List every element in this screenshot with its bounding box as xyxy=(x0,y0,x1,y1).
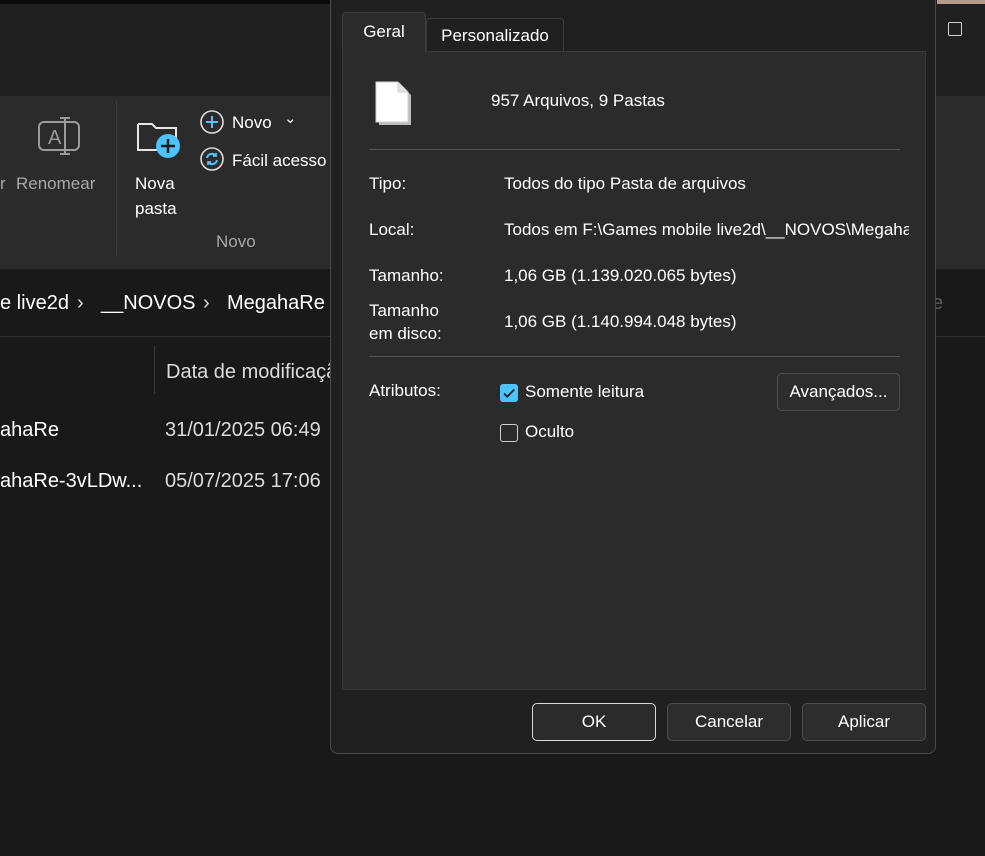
type-value: Todos do tipo Pasta de arquivos xyxy=(504,174,746,193)
general-tab-panel: 957 Arquivos, 9 Pastas Tipo: Todos do ti… xyxy=(342,51,926,690)
hidden-checkbox[interactable] xyxy=(500,424,518,442)
chevron-down-icon[interactable]: ⌄ xyxy=(284,109,297,127)
properties-dialog: Geral Personalizado 957 Arquivos, 9 Past… xyxy=(330,0,936,754)
size-label: Tamanho: xyxy=(369,266,444,285)
new-item-button[interactable]: Novo xyxy=(232,113,272,133)
breadcrumb-separator: › xyxy=(203,292,210,314)
svg-text:A: A xyxy=(48,127,62,149)
advanced-button[interactable]: Avançados... xyxy=(777,373,900,411)
readonly-checkbox[interactable] xyxy=(500,384,518,402)
tab-personalizado[interactable]: Personalizado xyxy=(426,18,564,52)
table-row-date[interactable]: 31/01/2025 06:49 xyxy=(165,419,321,442)
size-on-disk-label-line2: em disco: xyxy=(369,324,442,343)
breadcrumb-item-live2d[interactable]: e live2d xyxy=(0,292,69,315)
cancel-button[interactable]: Cancelar xyxy=(667,703,791,741)
ribbon-partial-label: r xyxy=(0,174,6,193)
attributes-label: Atributos: xyxy=(369,381,441,400)
divider xyxy=(369,356,900,357)
desktop-edge xyxy=(937,0,985,4)
size-on-disk-label-line1: Tamanho xyxy=(369,301,439,320)
ok-button[interactable]: OK xyxy=(532,703,656,741)
column-divider[interactable] xyxy=(154,346,155,394)
type-label: Tipo: xyxy=(369,174,407,193)
divider xyxy=(369,149,900,150)
size-value: 1,06 GB (1.139.020.065 bytes) xyxy=(504,266,737,285)
ribbon-divider xyxy=(116,100,117,255)
breadcrumb-item-novos[interactable]: __NOVOS xyxy=(101,292,195,315)
rename-icon[interactable]: A xyxy=(38,116,80,156)
hidden-label[interactable]: Oculto xyxy=(525,422,574,442)
rename-button-label[interactable]: Renomear xyxy=(16,174,95,194)
size-on-disk-value: 1,06 GB (1.140.994.048 bytes) xyxy=(504,312,737,331)
plus-circle-icon[interactable] xyxy=(200,110,224,134)
new-folder-label-line1[interactable]: Nova xyxy=(135,174,175,194)
column-header-date-modified[interactable]: Data de modificaçã xyxy=(166,361,337,384)
table-row-name[interactable]: ahaRe-3vLDw... xyxy=(0,470,142,493)
tab-geral[interactable]: Geral xyxy=(342,12,426,53)
maximize-icon[interactable] xyxy=(948,22,962,36)
breadcrumb-separator: › xyxy=(77,292,84,314)
readonly-label[interactable]: Somente leitura xyxy=(525,382,644,402)
table-row-date[interactable]: 05/07/2025 17:06 xyxy=(165,470,321,493)
checkmark-icon xyxy=(503,388,515,398)
breadcrumb-item-megahare[interactable]: MegahaRe xyxy=(227,292,325,315)
easy-access-button[interactable]: Fácil acesso xyxy=(232,151,326,171)
table-row-name[interactable]: ahaRe xyxy=(0,419,59,442)
new-folder-icon[interactable] xyxy=(136,116,182,160)
new-folder-label-line2[interactable]: pasta xyxy=(135,199,177,219)
apply-button[interactable]: Aplicar xyxy=(802,703,926,741)
easy-access-icon[interactable] xyxy=(200,147,224,171)
selection-summary: 957 Arquivos, 9 Pastas xyxy=(491,91,665,110)
title-bar-edge xyxy=(0,0,330,4)
ribbon-group-label: Novo xyxy=(216,232,256,251)
location-label: Local: xyxy=(369,220,415,239)
location-value: Todos em F:\Games mobile live2d\__NOVOS\… xyxy=(504,220,909,239)
file-stack-icon xyxy=(375,81,411,125)
